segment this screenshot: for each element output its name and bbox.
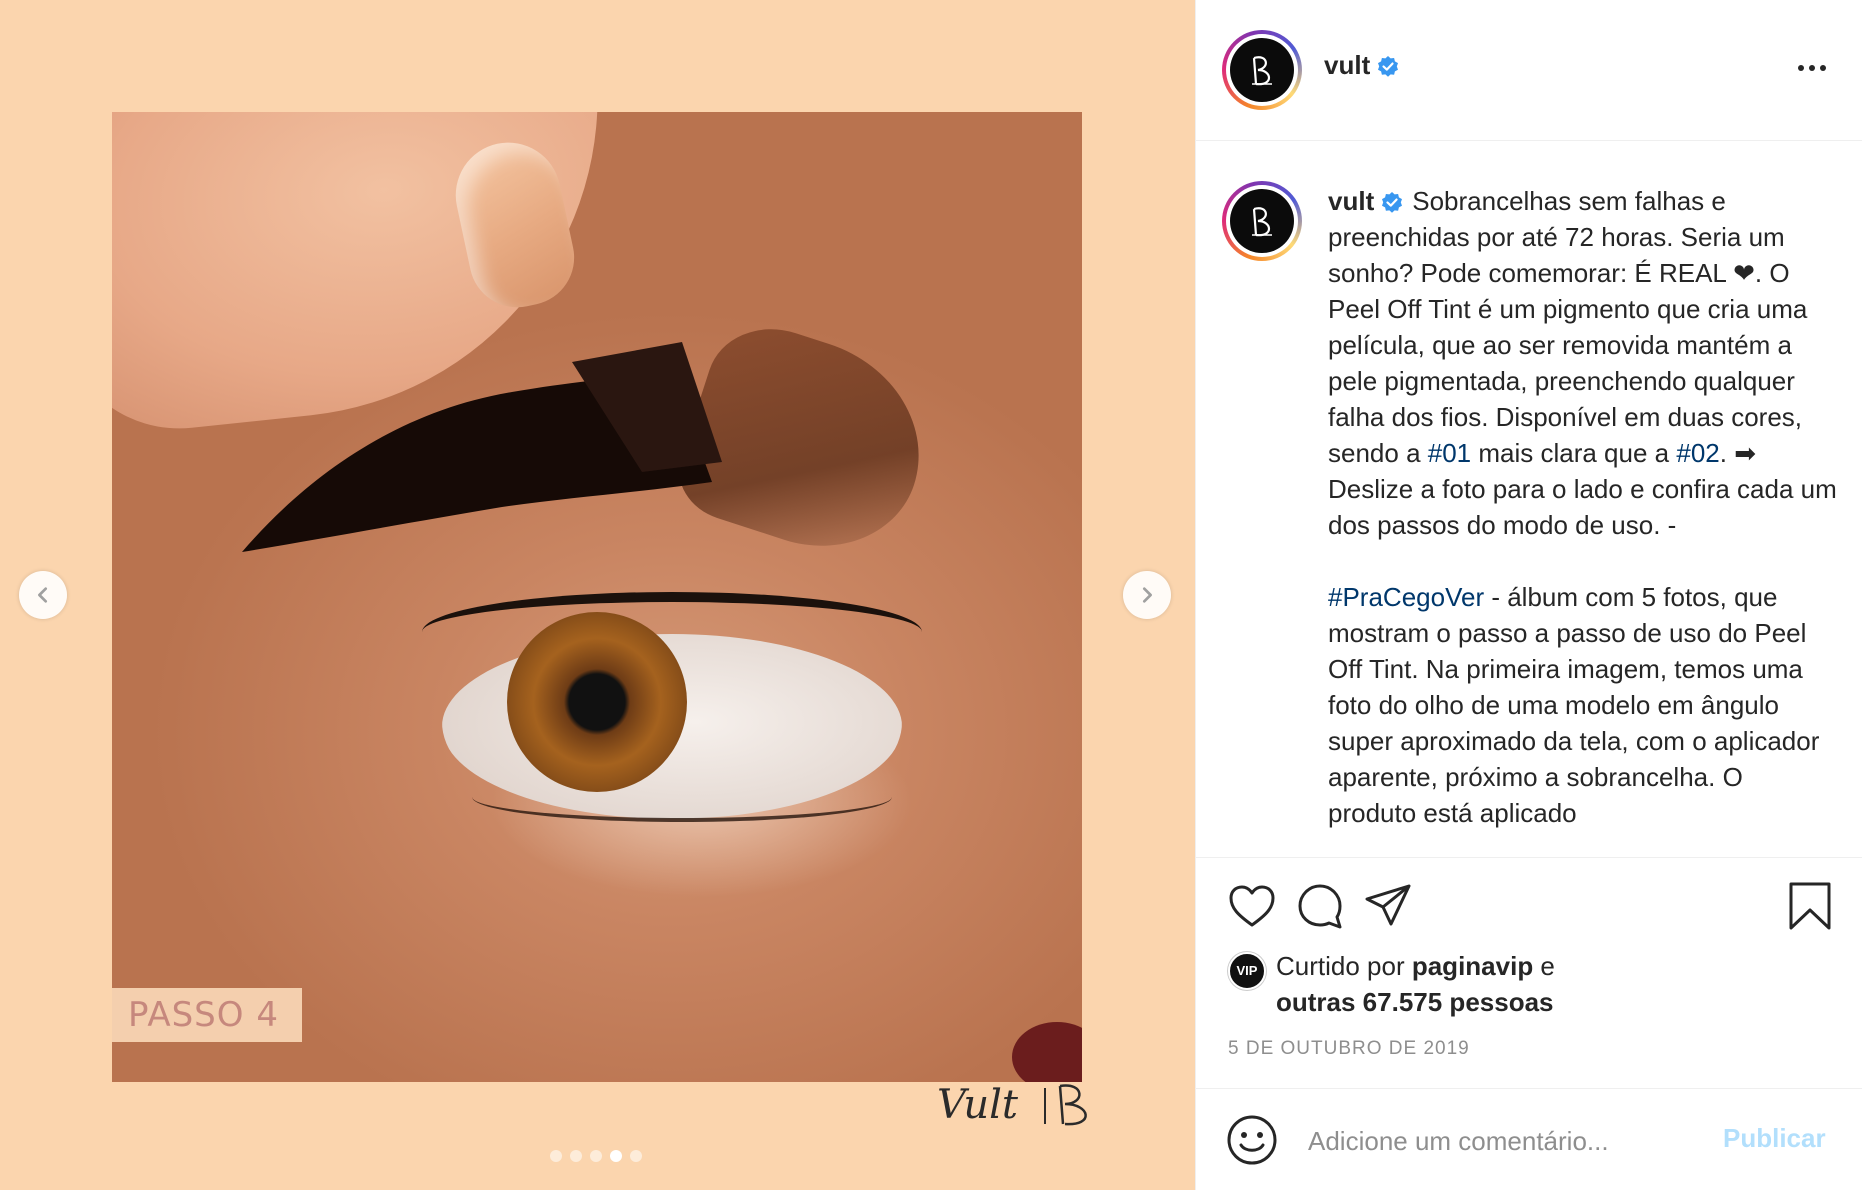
step-label: PASSO 4 bbox=[112, 988, 302, 1042]
carousel-dot bbox=[550, 1150, 562, 1162]
chevron-left-icon bbox=[38, 587, 48, 603]
smiley-icon bbox=[1227, 1115, 1277, 1165]
photo-lashes bbox=[422, 592, 922, 672]
likes-summary: VIP Curtido por paginavip e outras 67.57… bbox=[1228, 948, 1555, 1020]
post-caption: vult Sobrancelhas sem falhas e preenchida… bbox=[1328, 183, 1838, 831]
more-dot bbox=[1809, 65, 1815, 71]
more-dot bbox=[1820, 65, 1826, 71]
bookmark-icon bbox=[1789, 882, 1831, 930]
photo-lower-lashes bbox=[472, 772, 892, 822]
more-options-button[interactable] bbox=[1798, 56, 1834, 80]
comment-button[interactable] bbox=[1294, 880, 1346, 932]
caption-text: - álbum com 5 fotos, que mostram o passo… bbox=[1328, 582, 1820, 828]
save-button[interactable] bbox=[1784, 880, 1836, 932]
author-username[interactable]: vult bbox=[1324, 50, 1400, 81]
carousel-prev-button[interactable] bbox=[19, 571, 67, 619]
heart-icon bbox=[1229, 885, 1275, 927]
likes-connector: e bbox=[1533, 951, 1555, 981]
svg-text:Vult: Vult bbox=[937, 1082, 1019, 1128]
hashtag-link[interactable]: #02 bbox=[1676, 438, 1719, 468]
post-sidebar: vult vult Sobrancelhas sem falhas e pree… bbox=[1195, 0, 1862, 1190]
comment-icon bbox=[1298, 884, 1342, 929]
hashtag-link[interactable]: #01 bbox=[1428, 438, 1471, 468]
carousel-dot bbox=[570, 1150, 582, 1162]
more-dot bbox=[1798, 65, 1804, 71]
carousel-dot bbox=[590, 1150, 602, 1162]
chevron-right-icon bbox=[1142, 587, 1152, 603]
caption-username[interactable]: vult bbox=[1328, 186, 1374, 216]
post-actions: VIP Curtido por paginavip e outras 67.57… bbox=[1196, 858, 1862, 1088]
verified-badge-icon bbox=[1378, 56, 1399, 77]
caption-text: mais clara que a bbox=[1471, 438, 1677, 468]
verified-badge-icon bbox=[1382, 192, 1403, 213]
photo-lip bbox=[1012, 1022, 1082, 1082]
post-photo: PASSO 4 bbox=[112, 112, 1082, 1082]
vult-logo: Vult bbox=[937, 1082, 1087, 1128]
emoji-button[interactable] bbox=[1226, 1114, 1278, 1166]
carousel-next-button[interactable] bbox=[1123, 571, 1171, 619]
author-avatar[interactable] bbox=[1222, 30, 1302, 110]
post-header: vult bbox=[1196, 0, 1862, 141]
like-button[interactable] bbox=[1226, 880, 1278, 932]
likes-prefix: Curtido por bbox=[1276, 951, 1412, 981]
share-button[interactable] bbox=[1362, 880, 1414, 932]
caption-scroll-area[interactable]: vult Sobrancelhas sem falhas e preenchida… bbox=[1196, 141, 1862, 858]
liker-avatar[interactable]: VIP bbox=[1228, 952, 1266, 990]
carousel-dot bbox=[630, 1150, 642, 1162]
instagram-post-view: PASSO 4 Vult vult vult Sobrancelhas sem … bbox=[0, 0, 1862, 1190]
likes-others[interactable]: outras 67.575 pessoas bbox=[1276, 984, 1555, 1020]
caption-text: Sobrancelhas sem falhas e preenchidas po… bbox=[1328, 186, 1808, 468]
comment-input[interactable] bbox=[1308, 1119, 1708, 1163]
carousel-indicator bbox=[550, 1150, 642, 1162]
post-media: PASSO 4 Vult bbox=[0, 0, 1195, 1190]
post-date[interactable]: 5 DE OUTUBRO DE 2019 bbox=[1228, 1038, 1470, 1060]
paper-plane-icon bbox=[1365, 884, 1411, 926]
vult-butterfly-logo bbox=[1252, 207, 1272, 237]
hashtag-link[interactable]: #PraCegoVer bbox=[1328, 582, 1484, 612]
vult-butterfly-logo bbox=[1252, 56, 1272, 86]
publish-button[interactable]: Publicar bbox=[1723, 1123, 1826, 1154]
comment-composer: Publicar bbox=[1196, 1088, 1862, 1190]
carousel-dot bbox=[610, 1150, 622, 1162]
photo-brow-tint bbox=[242, 342, 722, 552]
liker-username[interactable]: paginavip bbox=[1412, 951, 1533, 981]
caption-author-avatar[interactable] bbox=[1222, 181, 1302, 261]
